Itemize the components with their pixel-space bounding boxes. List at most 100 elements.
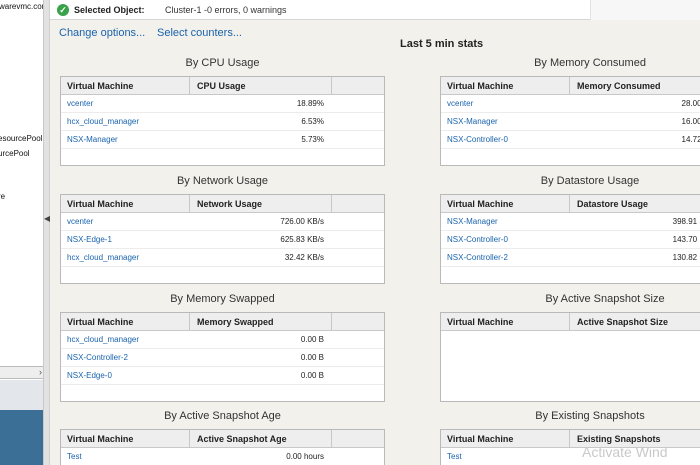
- metric-value: 625.83 KB/s: [280, 235, 324, 244]
- column-header-vm[interactable]: Virtual Machine: [447, 317, 513, 327]
- column-header-metric[interactable]: Datastore Usage: [577, 199, 648, 209]
- vm-link[interactable]: vcenter: [447, 99, 473, 108]
- table-row[interactable]: NSX-Manager 5.73%: [61, 131, 384, 149]
- vm-link[interactable]: NSX-Controller-2: [447, 253, 508, 262]
- metric-value: 14.72 G: [681, 135, 700, 144]
- table-row[interactable]: hcx_cloud_manager 32.42 KB/s: [61, 249, 384, 267]
- table-row[interactable]: NSX-Edge-0 0.00 B: [61, 367, 384, 385]
- column-header-vm[interactable]: Virtual Machine: [67, 434, 133, 444]
- section-title-cpu-usage: By CPU Usage: [185, 57, 260, 69]
- column-divider[interactable]: [189, 430, 190, 448]
- vm-link[interactable]: NSX-Controller-2: [67, 353, 128, 362]
- sidebar-item-domain[interactable]: warevmc.com: [0, 2, 43, 11]
- table-row[interactable]: NSX-Manager 16.00 G: [441, 113, 700, 131]
- table-row[interactable]: vcenter 28.00 G: [441, 95, 700, 113]
- status-label: Selected Object:: [74, 5, 145, 15]
- metric-value: 0.00 B: [300, 353, 324, 362]
- sidebar-lower-panel: [0, 380, 43, 410]
- table-row[interactable]: hcx_cloud_manager 0.00 B: [61, 331, 384, 349]
- column-header-metric[interactable]: Active Snapshot Age: [197, 434, 287, 444]
- inventory-sidebar: warevmc.com esourcePool urcePool re ›: [0, 0, 44, 465]
- table-network-usage: Virtual Machine Network Usage vcenter 72…: [60, 194, 385, 284]
- vm-link[interactable]: vcenter: [67, 99, 93, 108]
- vm-link[interactable]: NSX-Edge-1: [67, 235, 112, 244]
- vm-link[interactable]: NSX-Edge-0: [67, 371, 112, 380]
- metric-value: 143.70 KB: [672, 235, 700, 244]
- column-divider[interactable]: [331, 195, 332, 213]
- column-divider[interactable]: [569, 77, 570, 95]
- column-divider[interactable]: [569, 195, 570, 213]
- select-counters-link[interactable]: Select counters...: [157, 27, 242, 39]
- section-title-network-usage: By Network Usage: [176, 175, 269, 187]
- table-header: Virtual Machine Datastore Usage: [441, 195, 700, 213]
- section-title-active-snapshot-size: By Active Snapshot Size: [545, 293, 665, 305]
- table-datastore-usage: Virtual Machine Datastore Usage NSX-Mana…: [440, 194, 700, 284]
- column-divider[interactable]: [331, 313, 332, 331]
- column-header-metric[interactable]: Existing Snapshots: [577, 434, 661, 444]
- sidebar-item-resource-pool-1[interactable]: esourcePool: [0, 134, 42, 143]
- table-header: Virtual Machine CPU Usage: [61, 77, 384, 95]
- vm-link[interactable]: vcenter: [67, 217, 93, 226]
- column-header-vm[interactable]: Virtual Machine: [67, 81, 133, 91]
- table-row[interactable]: hcx_cloud_manager 6.53%: [61, 113, 384, 131]
- table-row[interactable]: NSX-Controller-2 130.82 KB: [441, 249, 700, 267]
- vm-link[interactable]: NSX-Manager: [67, 135, 118, 144]
- table-active-snapshot-age: Virtual Machine Active Snapshot Age Test…: [60, 429, 385, 465]
- section-title-datastore-usage: By Datastore Usage: [540, 175, 640, 187]
- sidebar-item-resource-pool-2[interactable]: urcePool: [0, 149, 30, 158]
- sidebar-item-datastore[interactable]: re: [0, 192, 5, 201]
- metric-value: 5.73%: [301, 135, 324, 144]
- table-row[interactable]: NSX-Controller-0 143.70 KB: [441, 231, 700, 249]
- column-header-vm[interactable]: Virtual Machine: [67, 199, 133, 209]
- metric-value: 32.42 KB/s: [284, 253, 324, 262]
- column-header-metric[interactable]: Network Usage: [197, 199, 262, 209]
- column-header-vm[interactable]: Virtual Machine: [447, 199, 513, 209]
- vm-link[interactable]: NSX-Controller-0: [447, 135, 508, 144]
- vm-link[interactable]: hcx_cloud_manager: [67, 253, 139, 262]
- status-bar: ✓ Selected Object: Cluster-1 -0 errors, …: [50, 0, 700, 20]
- table-row[interactable]: vcenter 18.89%: [61, 95, 384, 113]
- vm-link[interactable]: hcx_cloud_manager: [67, 117, 139, 126]
- vm-link[interactable]: hcx_cloud_manager: [67, 335, 139, 344]
- section-title-existing-snapshots: By Existing Snapshots: [535, 410, 645, 422]
- table-row[interactable]: Test 0.00 hours: [61, 448, 384, 465]
- column-divider[interactable]: [189, 77, 190, 95]
- column-divider[interactable]: [569, 430, 570, 448]
- table-memory-swapped: Virtual Machine Memory Swapped hcx_cloud…: [60, 312, 385, 402]
- status-value: Cluster-1 -0 errors, 0 warnings: [165, 5, 287, 15]
- column-header-vm[interactable]: Virtual Machine: [67, 317, 133, 327]
- table-row[interactable]: NSX-Controller-0 14.72 G: [441, 131, 700, 149]
- check-circle-icon: ✓: [57, 4, 69, 16]
- column-divider[interactable]: [331, 77, 332, 95]
- column-header-metric[interactable]: Active Snapshot Size: [577, 317, 668, 327]
- table-row[interactable]: NSX-Controller-2 0.00 B: [61, 349, 384, 367]
- column-divider[interactable]: [569, 313, 570, 331]
- vm-link[interactable]: Test: [67, 452, 82, 461]
- scroll-right-icon[interactable]: ›: [39, 367, 42, 377]
- vm-link[interactable]: NSX-Manager: [447, 117, 498, 126]
- vm-link[interactable]: NSX-Controller-0: [447, 235, 508, 244]
- table-row[interactable]: NSX-Edge-1 625.83 KB/s: [61, 231, 384, 249]
- column-header-metric[interactable]: Memory Consumed: [577, 81, 661, 91]
- column-divider[interactable]: [331, 430, 332, 448]
- column-header-vm[interactable]: Virtual Machine: [447, 81, 513, 91]
- vm-link[interactable]: Test: [447, 452, 462, 461]
- vm-link[interactable]: NSX-Manager: [447, 217, 498, 226]
- table-header: Virtual Machine Memory Swapped: [61, 313, 384, 331]
- column-divider[interactable]: [189, 313, 190, 331]
- column-header-metric[interactable]: CPU Usage: [197, 81, 246, 91]
- metric-value: 726.00 KB/s: [280, 217, 324, 226]
- column-header-vm[interactable]: Virtual Machine: [447, 434, 513, 444]
- sidebar-nav-panel: [0, 410, 43, 465]
- metric-value: 398.91 KB: [672, 217, 700, 226]
- metric-value: 18.89%: [296, 99, 324, 108]
- column-header-metric[interactable]: Memory Swapped: [197, 317, 274, 327]
- change-options-link[interactable]: Change options...: [59, 27, 145, 39]
- table-header: Virtual Machine Memory Consumed: [441, 77, 700, 95]
- metric-value: 16.00 G: [681, 117, 700, 126]
- metric-value: 0.00 hours: [286, 452, 324, 461]
- column-divider[interactable]: [189, 195, 190, 213]
- sidebar-horizontal-scrollbar[interactable]: ›: [0, 366, 43, 379]
- table-row[interactable]: NSX-Manager 398.91 KB: [441, 213, 700, 231]
- table-row[interactable]: vcenter 726.00 KB/s: [61, 213, 384, 231]
